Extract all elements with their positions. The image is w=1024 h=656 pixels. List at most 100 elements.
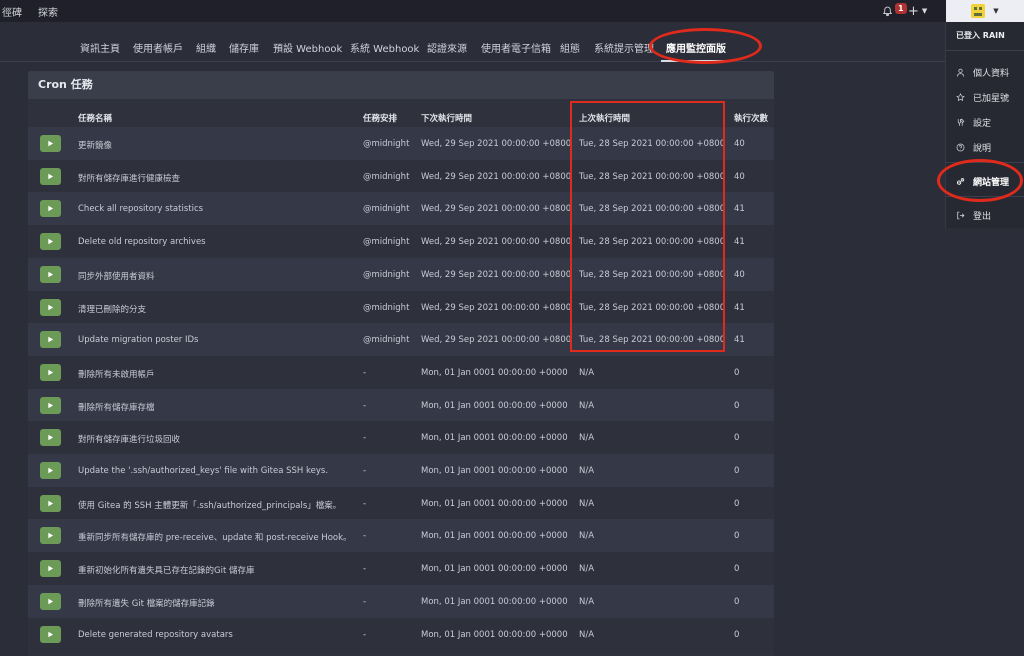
tab-default-webhooks[interactable]: 預設 Webhook	[273, 40, 342, 55]
exec-count-cell: 40	[734, 269, 745, 280]
next-run-cell: Mon, 01 Jan 0001 00:00:00 +0000	[421, 498, 568, 509]
tab-repositories[interactable]: 儲存庫	[229, 40, 259, 55]
tab-configuration[interactable]: 組態	[560, 40, 580, 55]
prev-run-cell: N/A	[579, 367, 595, 378]
next-run-cell: Wed, 29 Sep 2021 00:00:00 +0800	[421, 269, 572, 280]
exec-count-cell: 0	[734, 433, 740, 444]
prev-run-cell: Tue, 28 Sep 2021 00:00:00 +0800	[579, 171, 726, 182]
table-row: 更新鏡像 @midnight Wed, 29 Sep 2021 00:00:00 +…	[28, 127, 774, 160]
table-row: 對所有儲存庫進行垃圾回收 - Mon, 01 Jan 0001 00:00:00 +…	[28, 421, 774, 455]
run-task-button[interactable]	[40, 592, 61, 610]
task-schedule-cell: -	[363, 498, 367, 509]
column-header-execs: 執行次數	[734, 114, 769, 124]
run-task-button[interactable]	[40, 429, 61, 447]
next-run-cell: Wed, 29 Sep 2021 00:00:00 +0800	[421, 139, 572, 149]
run-task-button[interactable]	[40, 233, 61, 251]
play-icon	[48, 565, 54, 572]
nav-link-explore[interactable]: 探索	[30, 4, 66, 19]
run-task-button[interactable]	[40, 135, 61, 152]
task-name-cell: 對所有儲存庫進行垃圾回收	[78, 435, 181, 446]
exec-count-cell: 0	[734, 531, 740, 542]
run-task-button[interactable]	[40, 167, 61, 185]
run-task-button[interactable]	[40, 462, 61, 479]
run-task-button[interactable]	[40, 396, 61, 414]
table-row: 刪除所有遺失 Git 檔案的儲存庫記錄 - Mon, 01 Jan 0001 00:…	[28, 584, 774, 618]
panel-title: Cron 任務	[28, 71, 774, 99]
dropdown-item-sign-out[interactable]: 登出	[956, 209, 991, 222]
table-row: 刪除所有儲存庫存檔 - Mon, 01 Jan 0001 00:00:00 +000…	[28, 388, 774, 422]
column-header-schedule: 任務安排	[363, 114, 398, 124]
run-task-button[interactable]	[40, 527, 61, 545]
tab-organizations[interactable]: 組織	[196, 40, 216, 55]
create-new-menu[interactable]: + ▼	[908, 4, 946, 19]
prev-run-cell: Tue, 28 Sep 2021 00:00:00 +0800	[579, 335, 726, 346]
table-row: 清理已刪除的分支 @midnight Wed, 29 Sep 2021 00:00:…	[28, 290, 774, 324]
dropdown-item-settings[interactable]: 設定	[956, 116, 991, 129]
task-name-cell: Check all repository statistics	[78, 204, 204, 215]
next-run-cell: Wed, 29 Sep 2021 00:00:00 +0800	[421, 237, 572, 248]
task-name-cell: Delete generated repository avatars	[78, 629, 233, 640]
run-task-button[interactable]	[40, 331, 61, 349]
run-task-button[interactable]	[40, 560, 61, 578]
dropdown-item-help[interactable]: 說明	[956, 141, 991, 154]
bell-icon	[882, 6, 893, 16]
prev-run-cell: Tue, 28 Sep 2021 00:00:00 +0800	[579, 269, 726, 280]
tab-auth-sources[interactable]: 認證來源	[427, 40, 467, 55]
next-run-cell: Mon, 01 Jan 0001 00:00:00 +0000	[421, 400, 568, 411]
exec-count-cell: 40	[734, 139, 745, 149]
task-name-cell: 重新初始化所有遺失具已存在記錄的Git 儲存庫	[78, 566, 255, 577]
dropdown-item-label: 說明	[973, 144, 992, 154]
run-task-button[interactable]	[40, 363, 61, 381]
cron-tasks-panel: Cron 任務 任務名稱 任務安排 下次執行時間 上次執行時間 執行次數 更新鏡…	[28, 71, 774, 656]
task-name-cell: Delete old repository archives	[78, 237, 206, 248]
task-name-cell: 刪除所有未啟用帳戶	[78, 369, 155, 380]
run-task-button[interactable]	[40, 625, 61, 643]
tab-user-accounts[interactable]: 使用者帳戶	[133, 40, 183, 55]
play-icon	[48, 533, 54, 539]
task-schedule-cell: @midnight	[363, 302, 410, 313]
column-header-name: 任務名稱	[78, 114, 113, 124]
task-name-cell: 更新鏡像	[78, 141, 113, 151]
plus-icon: +	[908, 3, 919, 19]
run-task-button[interactable]	[40, 494, 61, 512]
task-schedule-cell: @midnight	[363, 139, 410, 149]
column-header-prev-run: 上次執行時間	[579, 114, 631, 124]
exec-count-cell: 0	[734, 466, 740, 476]
nav-link-milestones[interactable]: 徑碑	[0, 4, 30, 19]
tab-system-notices[interactable]: 系統提示管理	[594, 40, 654, 55]
task-schedule-cell: @midnight	[363, 204, 410, 215]
dropdown-item-label: 登出	[973, 212, 992, 222]
dropdown-item-site-admin[interactable]: 網站管理	[956, 175, 1009, 188]
tab-dashboard[interactable]: 資訊主頁	[80, 40, 120, 55]
run-task-button[interactable]	[40, 298, 61, 316]
tab-system-webhooks[interactable]: 系統 Webhook	[350, 40, 419, 55]
task-schedule-cell: -	[363, 400, 367, 411]
table-row: Update migration poster IDs @midnight Wed,…	[28, 323, 774, 357]
table-row: Delete old repository archives @midnight W…	[28, 225, 774, 259]
prev-run-cell: N/A	[579, 433, 595, 444]
user-menu-button[interactable]: ▼	[946, 0, 1024, 22]
prev-run-cell: N/A	[579, 596, 595, 607]
table-row: Delete generated repository avatars - Mon,…	[28, 617, 774, 651]
play-icon	[48, 206, 54, 212]
notification-count-badge: 1	[895, 3, 907, 14]
notifications-button[interactable]: 1	[882, 0, 908, 22]
caret-down-icon: ▼	[993, 7, 999, 15]
task-schedule-cell: -	[363, 466, 367, 476]
tab-user-emails[interactable]: 使用者電子信箱	[481, 40, 551, 55]
next-run-cell: Mon, 01 Jan 0001 00:00:00 +0000	[421, 367, 568, 378]
prev-run-cell: Tue, 28 Sep 2021 00:00:00 +0800	[579, 302, 726, 313]
prev-run-cell: N/A	[579, 629, 595, 640]
task-schedule-cell: -	[363, 433, 367, 444]
run-task-button[interactable]	[40, 200, 61, 218]
question-icon	[956, 143, 965, 152]
run-task-button[interactable]	[40, 265, 61, 283]
prev-run-cell: N/A	[579, 531, 595, 542]
dropdown-item-profile[interactable]: 個人資料	[956, 66, 1009, 79]
tab-monitoring[interactable]: 應用監控面版	[666, 40, 726, 55]
dropdown-item-starred[interactable]: 已加星號	[956, 91, 1009, 104]
table-header: 任務名稱 任務安排 下次執行時間 上次執行時間 執行次數	[28, 105, 774, 127]
table-row: Update the '.ssh/authorized_keys' file w…	[28, 454, 774, 487]
task-name-cell: Update the '.ssh/authorized_keys' file w…	[78, 466, 329, 476]
navbar-right: 1 + ▼ ▼	[882, 0, 1024, 22]
